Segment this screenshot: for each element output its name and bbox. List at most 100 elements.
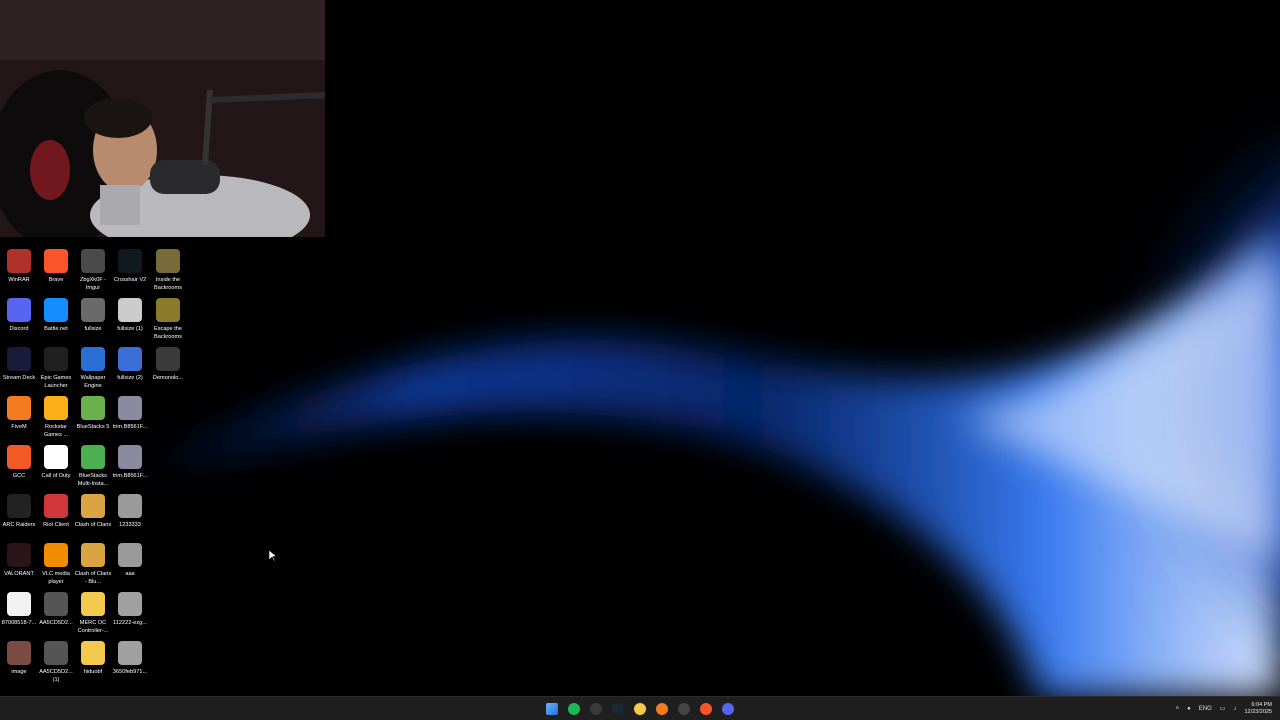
desktop-icon-label: trim.B8561F... [112,424,148,430]
desktop-icon-label: Escape the Backrooms [154,326,182,340]
desktop-icon[interactable]: aaa [111,543,149,579]
discord-icon-glyph [722,703,734,715]
crosshair-icon [118,249,142,273]
desktop-icon[interactable]: Stream Deck [0,347,38,383]
start-button[interactable] [543,700,561,718]
desktop-icon-label: fullsize [84,326,102,332]
desktop-icon[interactable]: Discord [0,298,38,334]
desktop-icon-label: hiduobf [83,669,103,675]
desktop-icon[interactable]: Wallpaper Engine [74,347,112,390]
desktop-icon[interactable]: 87008518-7... [0,592,38,628]
video-file-icon [118,445,142,469]
desktop-icon[interactable]: hiduobf [74,641,112,677]
desktop-icon[interactable]: Inside the Backrooms [149,249,187,292]
image-file-icon [7,592,31,616]
desktop-icon[interactable]: trim.B8561F... [111,445,149,481]
desktop-icon[interactable]: fullsize (2) [111,347,149,383]
desktop-icon-label: ARC Raiders [2,522,36,528]
file-explorer-icon[interactable] [631,700,649,718]
fivem-icon-glyph [656,703,668,715]
start-button-glyph [546,703,558,715]
desktop-icon[interactable]: 3650feb971... [111,641,149,677]
folder-icon [81,641,105,665]
desktop-icon[interactable]: GCC [0,445,38,481]
desktop-icon-label: 87008518-7... [1,620,37,626]
discord-icon[interactable] [719,700,737,718]
arc-raiders-icon [7,494,31,518]
desktop-icon-label: 3650feb971... [112,669,148,675]
desktop-icon[interactable]: FiveM [0,396,38,432]
desktop-icon[interactable]: Riot Client [37,494,75,530]
desktop-icon[interactable]: Clash of Clans [74,494,112,530]
webcam-overlay [0,0,325,237]
chevron-up-icon[interactable]: ˄ [1176,706,1180,712]
desktop-icon[interactable]: Demonolo... [149,347,187,383]
store-icon[interactable] [587,700,605,718]
desktop-icon[interactable]: 112222-ezg... [111,592,149,628]
desktop-icon-label: fullsize (1) [117,326,143,332]
image-file-icon [118,494,142,518]
obs-icon[interactable] [675,700,693,718]
desktop-icon-label: Crosshair V2 [113,277,147,283]
desktop-icon-label: aaa [125,571,135,577]
network-icon[interactable]: ▭ [1220,705,1226,712]
desktop-icon[interactable]: BlueStacks 5 [74,396,112,432]
desktop-icon[interactable]: Rockstar Games ... [37,396,75,439]
taskbar-app-list [543,700,737,718]
desktop-icon-label: Demonolo... [152,375,184,381]
spotify-icon[interactable] [565,700,583,718]
desktop-icon-label: AA5CD5D2... (1) [39,669,73,683]
desktop-icon[interactable]: image [0,641,38,677]
desktop-icon[interactable]: VLC media player [37,543,75,586]
desktop-icon[interactable]: 1233333 [111,494,149,530]
language-indicator[interactable]: ENG [1199,706,1212,712]
desktop-icon[interactable]: ZbgXk0F - Imgur [74,249,112,292]
brave-icon[interactable] [697,700,715,718]
desktop-icon[interactable]: Escape the Backrooms [149,298,187,341]
desktop-icon[interactable]: AA5CD5D2... [37,592,75,628]
stream-deck-icon [7,347,31,371]
desktop-icon-label: BlueStacks 5 [76,424,110,430]
desktop-icon-label: ZbgXk0F - Imgur [79,277,107,291]
vlc-icon [44,543,68,567]
desktop-icon-label: Wallpaper Engine [80,375,106,389]
clock[interactable]: 6:04 PM 12/23/2025 [1244,702,1272,716]
desktop-icon[interactable]: fullsize [74,298,112,334]
clock-date: 12/23/2025 [1244,708,1272,715]
desktop-icon[interactable]: ARC Raiders [0,494,38,530]
desktop-icon-label: VLC media player [42,571,70,585]
bluestacks-icon [81,396,105,420]
desktop-icon-label: image [11,669,27,675]
image-file-icon [118,543,142,567]
desktop-icon-label: Clash of Clans [74,522,112,528]
microphone-icon[interactable]: ● [1187,706,1191,712]
desktop-icon-label: WinRAR [8,277,30,283]
desktop-icon[interactable]: Clash of Clans - Blu... [74,543,112,586]
desktop-icon[interactable]: VALORANT [0,543,38,579]
volume-icon[interactable]: ♪ [1233,706,1236,712]
discord-icon [7,298,31,322]
desktop-icon[interactable]: fullsize (1) [111,298,149,334]
fivem-icon[interactable] [653,700,671,718]
desktop-icon[interactable]: Brave [37,249,75,285]
desktop-icon[interactable]: WinRAR [0,249,38,285]
desktop-icon[interactable]: Call of Duty [37,445,75,481]
desktop-icon[interactable]: Crosshair V2 [111,249,149,285]
image-file-icon [118,298,142,322]
desktop-icon[interactable]: BlueStacks Multi-Insta... [74,445,112,488]
file-explorer-icon-glyph [634,703,646,715]
gcc-icon [7,445,31,469]
desktop-icon[interactable]: Battle.net [37,298,75,334]
bluestacks-multi-icon [81,445,105,469]
desktop-icon-label: Call of Duty [41,473,71,479]
desktop-icon[interactable]: MERC OC Controller-... [74,592,112,635]
valorant-icon [7,543,31,567]
desktop-icon[interactable]: trim.B8561F... [111,396,149,432]
image-file-icon [118,347,142,371]
desktop-icon[interactable]: Epic Games Launcher [37,347,75,390]
desktop-icon[interactable]: AA5CD5D2... (1) [37,641,75,684]
image-file-icon [118,592,142,616]
image-file-icon [118,641,142,665]
battle-net-icon [44,298,68,322]
steam-icon[interactable] [609,700,627,718]
